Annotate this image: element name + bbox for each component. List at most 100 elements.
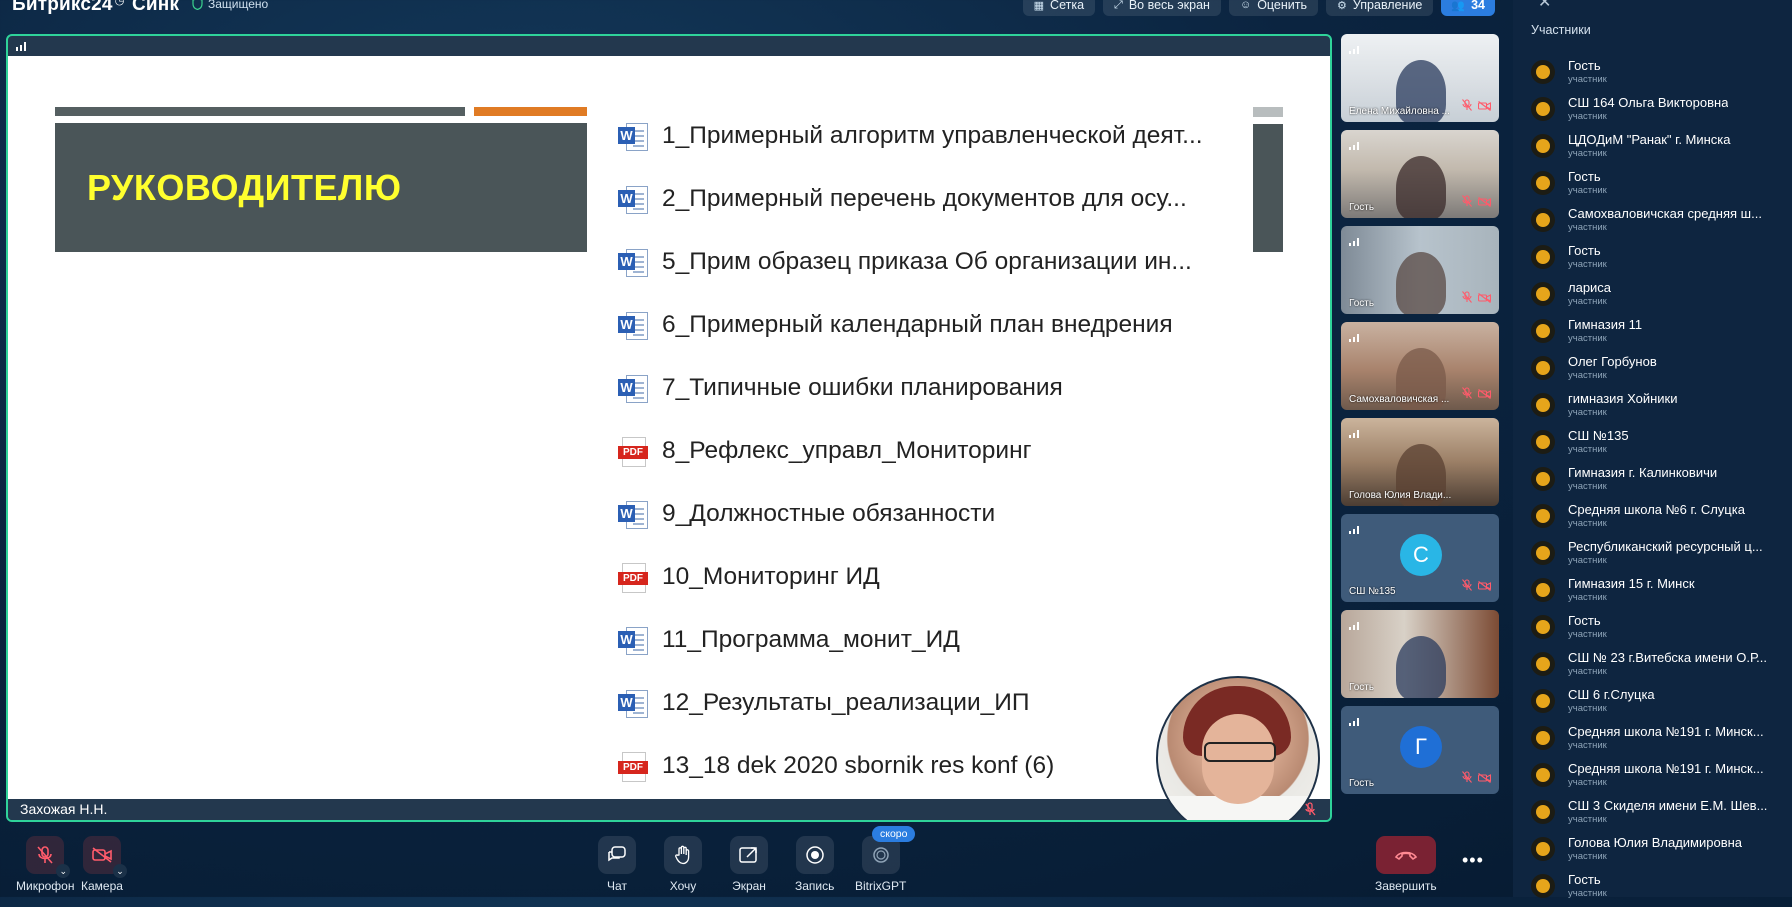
gear-icon: ⚙ xyxy=(1337,0,1347,12)
tile-status-icons xyxy=(1462,770,1492,788)
participant-list-item[interactable]: Гимназия 15 г. Минск участник xyxy=(1531,574,1781,611)
participant-name: СШ № 23 г.Витебска имени О.Р... xyxy=(1568,650,1768,665)
participant-list-item[interactable]: Гимназия г. Калинковичи участник xyxy=(1531,463,1781,500)
participant-name: СШ №135 xyxy=(1568,428,1629,443)
participant-list-item[interactable]: Средняя школа №191 г. Минск... участник xyxy=(1531,722,1781,759)
file-type-badge: W xyxy=(618,315,635,333)
mic-button[interactable]: ⌄ xyxy=(26,836,71,878)
participant-list-item[interactable]: Средняя школа №191 г. Минск... участник xyxy=(1531,759,1781,796)
grid-icon: ▦ xyxy=(1033,0,1045,12)
pdf-file-icon: PDF xyxy=(618,436,648,467)
participant-tile[interactable]: Гость xyxy=(1341,226,1499,314)
participant-name: Олег Горбунов xyxy=(1568,354,1657,369)
participant-list-item[interactable]: Республиканский ресурсный ц... участник xyxy=(1531,537,1781,574)
participant-list-item[interactable]: Гость участник xyxy=(1531,56,1781,93)
file-name: 11_Программа_монит_ИД xyxy=(662,625,960,653)
fullscreen-button[interactable]: ⤢ Во весь экран xyxy=(1103,0,1221,16)
participant-list-item[interactable]: Гость участник xyxy=(1531,870,1781,907)
camera-button[interactable]: ⌄ xyxy=(82,836,127,878)
chat-control[interactable]: Чат xyxy=(598,836,636,893)
participant-list-item[interactable]: Гость участник xyxy=(1531,241,1781,278)
manage-button[interactable]: ⚙ Управление xyxy=(1326,0,1434,16)
participant-role: участник xyxy=(1568,333,1607,344)
signal-icon xyxy=(16,42,26,51)
file-item[interactable]: W 1_Примерный алгоритм управленческой дея… xyxy=(618,104,1258,167)
participant-list-item[interactable]: Средняя школа №6 г. Слуцка участник xyxy=(1531,500,1781,537)
mic-muted-icon xyxy=(1462,578,1472,596)
participant-tile[interactable]: С СШ №135 xyxy=(1341,514,1499,602)
participant-list-item[interactable]: Олег Горбунов участник xyxy=(1531,352,1781,389)
participant-tile[interactable]: Гость xyxy=(1341,130,1499,218)
file-name: 8_Рефлекс_управл_Мониторинг xyxy=(662,436,1032,464)
participant-name: Гимназия 15 г. Минск xyxy=(1568,576,1695,591)
participant-list-item[interactable]: Гость участник xyxy=(1531,167,1781,204)
participant-tile[interactable]: Г Гость xyxy=(1341,706,1499,794)
participant-tiles: Елена Михайловна ... Гость Гость Самохвалов… xyxy=(1341,34,1501,802)
more-options-icon[interactable]: ••• xyxy=(1462,850,1484,871)
participant-name: Самохваловичская средняя ш... xyxy=(1568,206,1762,221)
slide-decor-bar xyxy=(55,107,465,116)
participant-name: Гость xyxy=(1568,243,1601,258)
guest-avatar-icon xyxy=(1531,689,1555,713)
participant-tile[interactable]: Голова Юлия Влади... xyxy=(1341,418,1499,506)
file-item[interactable]: W 11_Программа_монит_ИД xyxy=(618,608,1258,671)
participant-list-item[interactable]: лариса участник xyxy=(1531,278,1781,315)
word-file-icon: W xyxy=(618,247,648,277)
mic-control[interactable]: ⌄ Микрофон xyxy=(16,836,74,893)
avatar-dot xyxy=(1536,139,1550,153)
screen-share-button[interactable] xyxy=(730,836,768,874)
word-file-icon: W xyxy=(618,625,648,655)
end-call-control[interactable]: Завершить xyxy=(1375,836,1437,893)
word-file-icon: W xyxy=(618,310,648,340)
participant-list-item[interactable]: СШ 3 Скиделя имени Е.М. Шев... участник xyxy=(1531,796,1781,833)
participant-role: участник xyxy=(1568,74,1607,85)
file-item[interactable]: W 2_Примерный перечень документов для осу… xyxy=(618,167,1258,230)
guest-avatar-icon xyxy=(1531,171,1555,195)
file-item[interactable]: W 7_Типичные ошибки планирования xyxy=(618,356,1258,419)
chevron-down-icon[interactable]: ⌄ xyxy=(112,864,127,878)
raise-hand-button[interactable] xyxy=(664,836,702,874)
participant-tile[interactable]: Самохваловичская ... xyxy=(1341,322,1499,410)
participant-list-item[interactable]: ЦДОДиМ "Ранак" г. Минска участник xyxy=(1531,130,1781,167)
participant-list-item[interactable]: Голова Юлия Владимировна участник xyxy=(1531,833,1781,870)
participant-list-item[interactable]: СШ № 23 г.Витебска имени О.Р... участник xyxy=(1531,648,1781,685)
camera-control[interactable]: ⌄ Камера xyxy=(81,836,127,893)
file-name: 6_Примерный календарный план внедрения xyxy=(662,310,1173,338)
avatar-dot xyxy=(1536,398,1550,412)
screen-control[interactable]: Экран xyxy=(730,836,768,893)
rate-button[interactable]: ☺ Оценить xyxy=(1228,0,1319,16)
participant-tile[interactable]: Гость xyxy=(1341,610,1499,698)
close-icon[interactable]: ✕ xyxy=(1538,0,1551,12)
file-item[interactable]: PDF 10_Мониторинг ИД xyxy=(618,545,1258,608)
participant-list-item[interactable]: СШ 6 г.Слуцка участник xyxy=(1531,685,1781,722)
participant-list-item[interactable]: Гость участник xyxy=(1531,611,1781,648)
participant-list-item[interactable]: гимназия Хойники участник xyxy=(1531,389,1781,426)
participant-name: Средняя школа №191 г. Минск... xyxy=(1568,761,1764,776)
manage-label: Управление xyxy=(1352,0,1423,12)
grid-button[interactable]: ▦ Сетка xyxy=(1022,0,1096,16)
gpt-control[interactable]: BitrixGPT xyxy=(855,836,906,893)
end-call-button[interactable] xyxy=(1375,836,1436,874)
participant-list-item[interactable]: СШ 164 Ольга Викторовна участник xyxy=(1531,93,1781,130)
participant-tile[interactable]: Елена Михайловна ... xyxy=(1341,34,1499,122)
participant-video xyxy=(1396,156,1446,218)
file-item[interactable]: W 9_Должностные обязанности xyxy=(618,482,1258,545)
participants-count-button[interactable]: 👥 34 xyxy=(1441,0,1495,16)
participant-list-item[interactable]: СШ №135 участник xyxy=(1531,426,1781,463)
signal-icon xyxy=(1349,713,1359,731)
file-item[interactable]: W 5_Прим образец приказа Об организации и… xyxy=(618,230,1258,293)
avatar-dot xyxy=(1536,361,1550,375)
record-button[interactable] xyxy=(795,836,834,874)
file-item[interactable]: PDF 8_Рефлекс_управл_Мониторинг xyxy=(618,419,1258,482)
file-item[interactable]: W 6_Примерный календарный план внедрения xyxy=(618,293,1258,356)
signal-icon xyxy=(1349,137,1359,155)
record-control[interactable]: Запись xyxy=(795,836,834,893)
chat-button[interactable] xyxy=(598,836,636,874)
avatar-dot xyxy=(1536,472,1550,486)
raise-hand-label: Хочу xyxy=(669,879,697,893)
chevron-down-icon[interactable]: ⌄ xyxy=(56,864,71,878)
raise-hand-control[interactable]: Хочу xyxy=(664,836,702,893)
guest-avatar-icon xyxy=(1531,726,1555,750)
participant-list-item[interactable]: Самохваловичская средняя ш... участник xyxy=(1531,204,1781,241)
participant-list-item[interactable]: Гимназия 11 участник xyxy=(1531,315,1781,352)
